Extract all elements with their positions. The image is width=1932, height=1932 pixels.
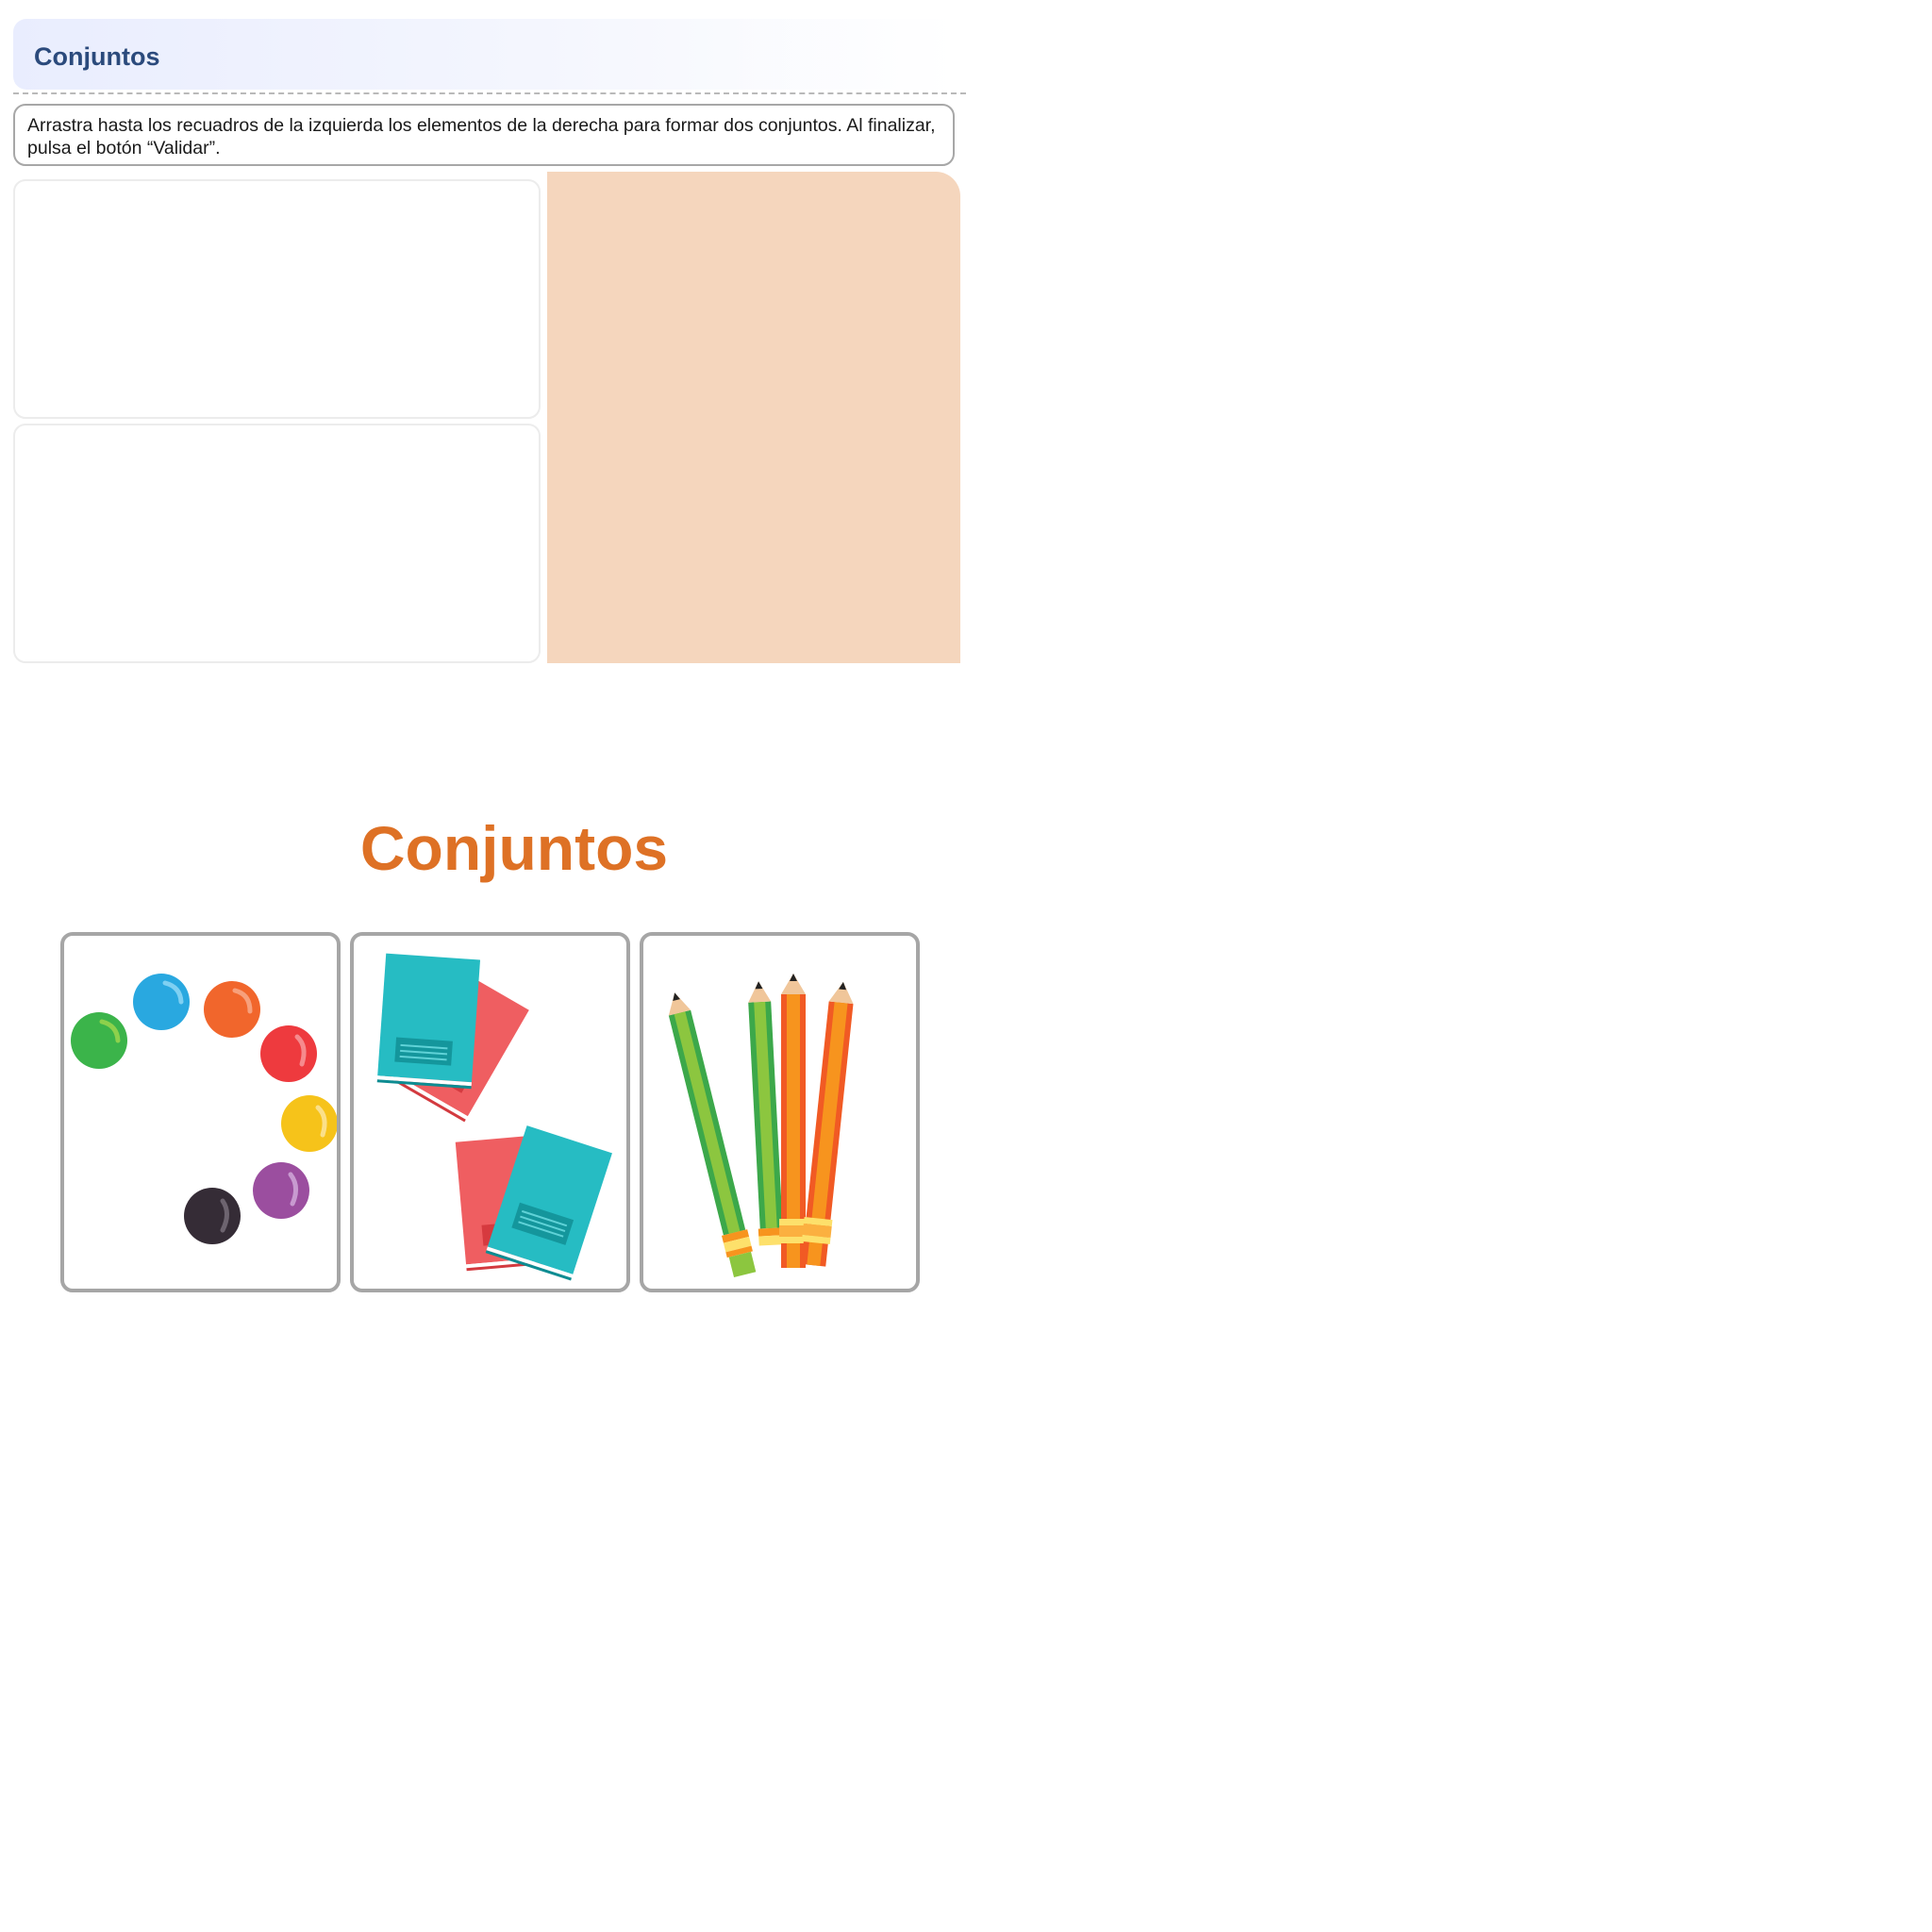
marbles-icon [71, 974, 337, 1244]
marble-purple [253, 1162, 309, 1219]
header-bar: Conjuntos [13, 19, 957, 90]
cards-title: Conjuntos [359, 813, 669, 883]
instructions-text: Arrastra hasta los recuadros de la izqui… [27, 115, 936, 158]
drop-zone-2[interactable] [13, 424, 541, 663]
card-pencils[interactable] [640, 932, 920, 1292]
marble-red [260, 1025, 317, 1082]
marble-green [71, 1012, 127, 1069]
book-teal-top [376, 953, 481, 1090]
source-panel [547, 172, 960, 663]
pencil-orange-1 [779, 974, 808, 1268]
marble-orange [204, 981, 260, 1038]
card-marbles[interactable] [60, 932, 341, 1292]
marble-blue [133, 974, 190, 1030]
books-icon [376, 953, 612, 1281]
page-title: Conjuntos [34, 42, 160, 71]
pencil-orange-2 [801, 981, 854, 1267]
instructions-box: Arrastra hasta los recuadros de la izqui… [13, 104, 955, 166]
marble-yellow [281, 1095, 337, 1152]
header-divider [13, 92, 966, 94]
card-books[interactable] [350, 932, 630, 1292]
marble-black [184, 1188, 241, 1244]
drop-zone-1[interactable] [13, 179, 541, 419]
pencil-green-2 [748, 981, 786, 1246]
pencils-icon [668, 974, 854, 1278]
pencil-green-1 [668, 992, 757, 1278]
